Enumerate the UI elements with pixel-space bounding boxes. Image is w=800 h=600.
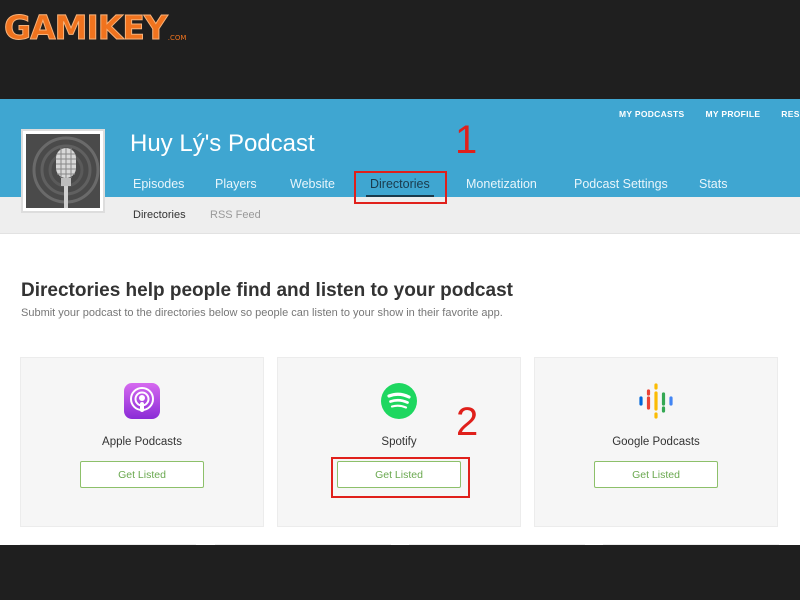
apple-podcasts-icon [123, 382, 161, 420]
podcast-avatar[interactable] [21, 129, 105, 213]
annotation-box-2 [331, 457, 470, 498]
card-row-edge [20, 544, 196, 545]
directory-card-google: Google Podcasts Get Listed [534, 357, 778, 527]
top-nav: MY PODCASTS MY PROFILE RESOU [619, 109, 800, 119]
tab-podcast-settings[interactable]: Podcast Settings [574, 177, 668, 191]
directory-card-apple: Apple Podcasts Get Listed [20, 357, 264, 527]
directory-name: Spotify [381, 436, 417, 448]
google-podcasts-icon [637, 382, 675, 420]
card-row-edge [409, 544, 585, 545]
subnav-directories[interactable]: Directories [133, 209, 186, 221]
gamikey-logo: GAMIKEY .COM [4, 6, 187, 47]
tab-website[interactable]: Website [290, 177, 335, 191]
card-row-edge [215, 544, 391, 545]
annotation-number-1: 1 [455, 118, 478, 162]
tab-monetization[interactable]: Monetization [466, 177, 537, 191]
directory-card-spotify: Spotify Get Listed [277, 357, 521, 527]
logo-text: GAMIKEY [4, 8, 169, 47]
directory-name: Apple Podcasts [102, 436, 182, 448]
annotation-number-2: 2 [456, 400, 479, 444]
tab-players[interactable]: Players [215, 177, 257, 191]
page-heading: Directories help people find and listen … [21, 280, 513, 301]
microphone-icon [26, 134, 100, 208]
annotation-box-1 [354, 171, 447, 204]
logo-suffix: .COM [167, 34, 187, 42]
page-subheading: Submit your podcast to the directories b… [21, 307, 503, 319]
tab-episodes[interactable]: Episodes [133, 177, 184, 191]
top-nav-my-podcasts[interactable]: MY PODCASTS [619, 109, 685, 119]
spotify-icon [380, 382, 418, 420]
top-nav-my-profile[interactable]: MY PROFILE [706, 109, 761, 119]
podcast-dashboard: MY PODCASTS MY PROFILE RESOU Huy Lý's P [0, 99, 800, 545]
tab-stats[interactable]: Stats [699, 177, 728, 191]
card-row-edge [603, 544, 779, 545]
directory-name: Google Podcasts [612, 436, 700, 448]
top-nav-resources[interactable]: RESOU [781, 109, 800, 119]
get-listed-button-apple[interactable]: Get Listed [80, 461, 204, 488]
get-listed-button-google[interactable]: Get Listed [594, 461, 718, 488]
subnav-rss-feed[interactable]: RSS Feed [210, 209, 261, 221]
podcast-title: Huy Lý's Podcast [130, 130, 315, 157]
